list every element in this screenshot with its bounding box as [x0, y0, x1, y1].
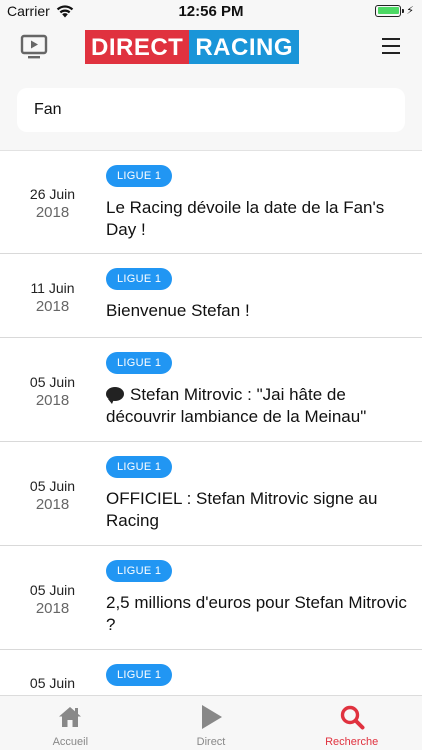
item-content: LIGUE 1 Bienvenue Stefan ! [106, 268, 408, 322]
date-column: 05 Juin 2018 [0, 478, 105, 513]
item-content: LIGUE 1 [106, 664, 408, 695]
category-badge: LIGUE 1 [106, 664, 173, 686]
brand-logo: DIRECT RACING [85, 30, 300, 64]
date-day: 05 Juin [29, 478, 76, 494]
date-year: 2018 [35, 298, 70, 315]
headline: Bienvenue Stefan ! [106, 301, 250, 320]
menu-bar [382, 45, 400, 47]
date-column: 05 Juin 2018 [0, 675, 105, 695]
date-day: 26 Juin [29, 186, 76, 202]
tab-direct[interactable]: Direct [141, 696, 282, 750]
status-right: ⚡ [375, 4, 414, 17]
date-column: 05 Juin 2018 [0, 582, 105, 617]
tab-bar: Accueil Direct Recherche [0, 695, 422, 750]
headline: OFFICIEL : Stefan Mitrovic signe au Raci… [106, 489, 378, 530]
hamburger-icon[interactable] [382, 38, 400, 54]
date-column: 26 Juin 2018 [0, 186, 105, 221]
tab-accueil[interactable]: Accueil [0, 696, 141, 750]
battery-icon [375, 4, 405, 17]
date-day: 05 Juin [29, 675, 76, 691]
status-bar: Carrier 12:56 PM ⚡ [0, 0, 422, 22]
search-icon [340, 705, 365, 730]
category-badge: LIGUE 1 [106, 560, 173, 582]
date-column: 05 Juin 2018 [0, 374, 105, 409]
list-item[interactable]: 05 Juin 2018 LIGUE 1 OFFICIEL : Stefan M… [0, 442, 422, 546]
tab-label: Recherche [325, 736, 379, 748]
menu-bar [382, 52, 400, 54]
tab-recherche[interactable]: Recherche [281, 696, 422, 750]
date-year: 2018 [35, 204, 70, 221]
battery-level [377, 7, 399, 14]
list-item[interactable]: 26 Juin 2018 LIGUE 1 Le Racing dévoile l… [0, 151, 422, 254]
item-content: LIGUE 1 OFFICIEL : Stefan Mitrovic signe… [106, 456, 408, 532]
headline: Stefan Mitrovic : "Jai hâte de découvrir… [106, 385, 367, 426]
menu-bar [382, 38, 400, 40]
category-badge: LIGUE 1 [106, 352, 173, 374]
search-area [0, 74, 422, 150]
tv-button[interactable] [20, 34, 48, 60]
headline-with-icon: Stefan Mitrovic : "Jai hâte de découvrir… [106, 384, 408, 428]
charging-icon: ⚡ [406, 5, 414, 17]
logo-part-direct: DIRECT [85, 30, 190, 64]
tv-icon [20, 34, 48, 59]
status-time: 12:56 PM [178, 3, 244, 20]
tab-label: Direct [196, 736, 226, 748]
headline: Le Racing dévoile la date de la Fan's Da… [106, 198, 385, 239]
date-year: 2018 [35, 392, 70, 409]
item-content: LIGUE 1 Le Racing dévoile la date de la … [106, 165, 408, 241]
speech-bubble-icon [106, 387, 124, 404]
search-input[interactable] [17, 88, 405, 132]
item-content: LIGUE 1 Stefan Mitrovic : "Jai hâte de d… [106, 352, 408, 428]
date-column: 11 Juin 2018 [0, 280, 105, 315]
list-item[interactable]: 05 Juin 2018 LIGUE 1 Stefan Mitrovic : "… [0, 338, 422, 442]
date-day: 11 Juin [30, 280, 75, 296]
news-list[interactable]: 26 Juin 2018 LIGUE 1 Le Racing dévoile l… [0, 150, 422, 695]
category-badge: LIGUE 1 [106, 268, 173, 290]
logo-part-racing: RACING [189, 30, 300, 64]
list-item[interactable]: 05 Juin 2018 LIGUE 1 2,5 millions d'euro… [0, 546, 422, 650]
date-day: 05 Juin [29, 582, 76, 598]
list-item[interactable]: 05 Juin 2018 LIGUE 1 [0, 650, 422, 695]
tab-label: Accueil [52, 736, 89, 748]
play-icon [202, 705, 222, 729]
home-icon [59, 707, 82, 727]
date-year: 2018 [35, 600, 70, 617]
battery-tip [402, 8, 405, 13]
date-day: 05 Juin [29, 374, 76, 390]
date-year: 2018 [35, 496, 70, 513]
headline: 2,5 millions d'euros pour Stefan Mitrovi… [106, 593, 407, 634]
list-item[interactable]: 11 Juin 2018 LIGUE 1 Bienvenue Stefan ! [0, 254, 422, 338]
category-badge: LIGUE 1 [106, 165, 173, 187]
category-badge: LIGUE 1 [106, 456, 173, 478]
app-header: DIRECT RACING [0, 22, 422, 74]
item-content: LIGUE 1 2,5 millions d'euros pour Stefan… [106, 560, 408, 636]
